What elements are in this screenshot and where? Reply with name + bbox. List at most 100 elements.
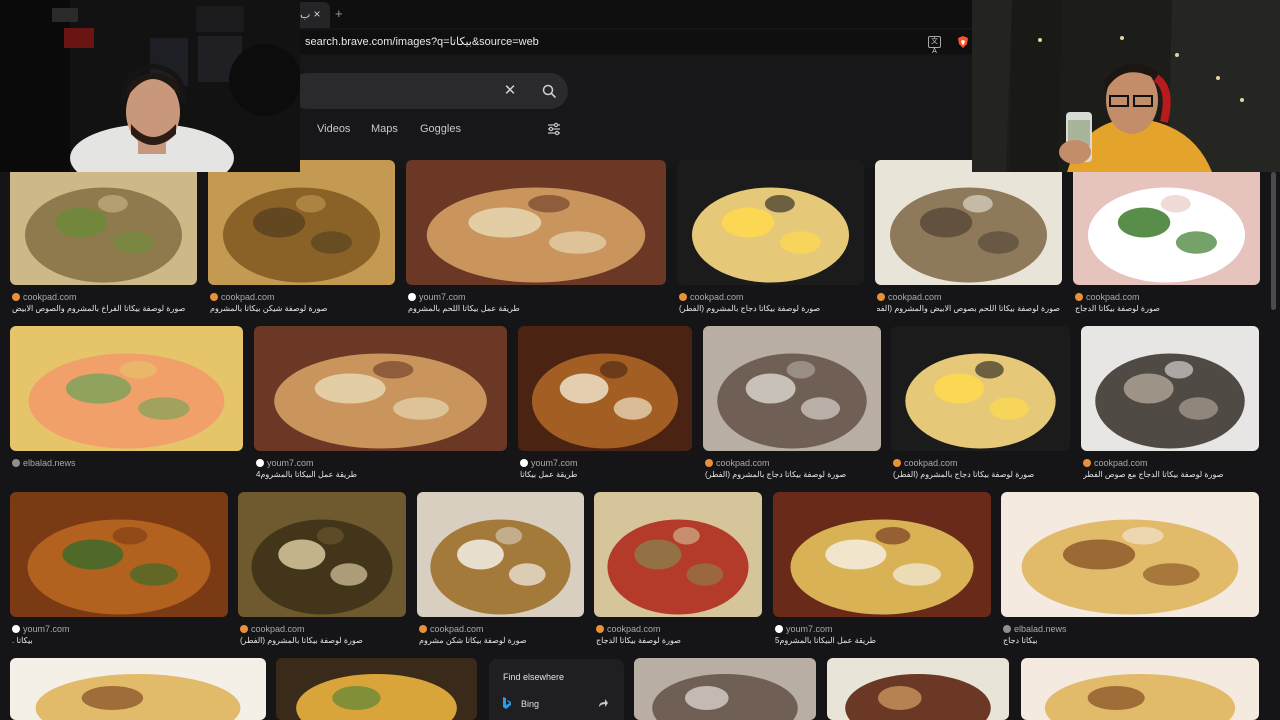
result-source-text: cookpad.com (716, 458, 770, 468)
result-caption[interactable]: صورة لوصفة بيكاتا دجاج بالمشروم (الفطر) (679, 304, 820, 313)
result-image[interactable] (276, 658, 477, 720)
result-source-text: elbalad.news (23, 458, 76, 468)
result-source-text: youm7.com (267, 458, 314, 468)
result-image[interactable] (677, 160, 864, 285)
result-source[interactable]: cookpad.com (1083, 458, 1148, 468)
result-image[interactable] (254, 326, 507, 451)
result-source[interactable]: youm7.com (256, 458, 314, 468)
result-source-text: cookpad.com (607, 624, 661, 634)
favicon-icon (240, 625, 248, 633)
result-caption[interactable]: صورة لوصفة بيكاتا دجاج بالمشروم (الفطر) (705, 470, 846, 479)
find-elsewhere-card: Find elsewhere Bing (489, 659, 624, 720)
result-image[interactable] (827, 658, 1009, 720)
search-input[interactable]: ✕ (290, 73, 568, 109)
clear-icon[interactable]: ✕ (502, 83, 518, 99)
result-caption[interactable]: طريقة عمل البيكاتا بالمشروم4 (256, 470, 357, 479)
result-caption[interactable]: بيكاتا . (12, 636, 33, 645)
result-source-text: cookpad.com (888, 292, 942, 302)
close-tab-icon[interactable]: × (310, 7, 324, 21)
favicon-icon (596, 625, 604, 633)
filter-icon[interactable] (547, 122, 561, 136)
result-source-text: cookpad.com (251, 624, 305, 634)
result-image[interactable] (10, 492, 228, 617)
favicon-icon (893, 459, 901, 467)
result-image[interactable] (703, 326, 881, 451)
result-image[interactable] (406, 160, 666, 285)
result-image[interactable] (417, 492, 584, 617)
result-source[interactable]: cookpad.com (240, 624, 305, 634)
favicon-icon (210, 293, 218, 301)
result-caption[interactable]: صورة لوصفة بيكاتا شكن مشروم (419, 636, 527, 645)
result-image[interactable] (634, 658, 816, 720)
search-icon[interactable] (541, 83, 557, 99)
result-image[interactable] (10, 326, 243, 451)
webcam-right (972, 0, 1280, 172)
tab-videos[interactable]: Videos (317, 123, 350, 135)
result-caption[interactable]: بيكاتا دجاج (1003, 636, 1038, 645)
result-caption[interactable]: صورة لوصفة بيكاتا الدجاج (596, 636, 681, 645)
favicon-icon (705, 459, 713, 467)
new-tab-button[interactable]: + (335, 6, 343, 21)
result-caption[interactable]: صورة لوصفة بيكاتا الدجاج مع صوص الفطر (1083, 470, 1223, 479)
result-caption[interactable]: طريقة عمل بيكاتا اللحم بالمشروم (408, 304, 520, 313)
result-source[interactable]: cookpad.com (893, 458, 958, 468)
url-text[interactable]: search.brave.com/images?q=بيكاتا&source=… (305, 35, 539, 48)
result-image[interactable] (238, 492, 406, 617)
result-source[interactable]: cookpad.com (679, 292, 744, 302)
favicon-icon (1075, 293, 1083, 301)
tab-maps[interactable]: Maps (371, 123, 398, 135)
result-caption[interactable]: صورة لوصفة بيكاتا دجاج بالمشروم (الفطر) (893, 470, 1034, 479)
result-source[interactable]: cookpad.com (596, 624, 661, 634)
result-caption[interactable]: صورة لوصفة بيكاتا الدجاج (1075, 304, 1160, 313)
result-caption[interactable]: طريقة عمل بيكاتا (520, 470, 577, 479)
result-caption[interactable]: صورة لوصفة شيكن بيكاتا بالمشروم (210, 304, 327, 313)
result-source[interactable]: cookpad.com (877, 292, 942, 302)
scrollbar[interactable] (1271, 172, 1276, 310)
result-image[interactable] (891, 326, 1070, 451)
result-image[interactable] (1081, 326, 1259, 451)
favicon-icon (419, 625, 427, 633)
result-image[interactable] (1021, 658, 1259, 720)
result-source-text: youm7.com (786, 624, 833, 634)
result-source[interactable]: cookpad.com (210, 292, 275, 302)
result-source[interactable]: youm7.com (775, 624, 833, 634)
result-source[interactable]: youm7.com (12, 624, 70, 634)
result-source[interactable]: elbalad.news (12, 458, 76, 468)
favicon-icon (1083, 459, 1091, 467)
result-source[interactable]: cookpad.com (1075, 292, 1140, 302)
bing-link[interactable]: Bing (521, 699, 539, 709)
result-caption[interactable]: صورة لوصفة بيكاتا بالمشروم (الفطر) (240, 636, 363, 645)
result-source[interactable]: cookpad.com (419, 624, 484, 634)
result-caption[interactable]: صورة لوصفة بيكاتا الفراخ بالمشروم والصوص… (12, 304, 185, 313)
result-source[interactable]: elbalad.news (1003, 624, 1067, 634)
result-source-text: cookpad.com (690, 292, 744, 302)
result-image[interactable] (773, 492, 991, 617)
streamer-webcam-image (0, 0, 300, 172)
translate-icon[interactable]: 文A (928, 36, 941, 55)
result-image[interactable] (10, 658, 266, 720)
result-source-text: youm7.com (23, 624, 70, 634)
result-image[interactable] (208, 160, 395, 285)
favicon-icon (408, 293, 416, 301)
result-source[interactable]: youm7.com (520, 458, 578, 468)
result-image[interactable] (10, 160, 197, 285)
favicon-icon (256, 459, 264, 467)
share-arrow-icon[interactable] (597, 697, 609, 709)
result-caption[interactable]: صورة لوصفة بيكاتا اللحم بصوص الابيض والم… (877, 304, 1060, 313)
result-source[interactable]: cookpad.com (705, 458, 770, 468)
tab-goggles[interactable]: Goggles (420, 123, 461, 135)
address-bar[interactable]: search.brave.com/images?q=بيكاتا&source=… (296, 30, 976, 55)
result-image[interactable] (1001, 492, 1259, 617)
bing-icon[interactable] (502, 697, 512, 709)
result-image[interactable] (1073, 160, 1260, 285)
result-source-text: elbalad.news (1014, 624, 1067, 634)
result-source[interactable]: youm7.com (408, 292, 466, 302)
webcam-left (0, 0, 300, 172)
result-caption[interactable]: طريقة عمل البيكاتا بالمشروم5 (775, 636, 876, 645)
result-image[interactable] (875, 160, 1062, 285)
result-image[interactable] (594, 492, 762, 617)
favicon-icon (775, 625, 783, 633)
brave-shield-icon[interactable] (956, 35, 970, 49)
result-image[interactable] (518, 326, 692, 451)
result-source[interactable]: cookpad.com (12, 292, 77, 302)
